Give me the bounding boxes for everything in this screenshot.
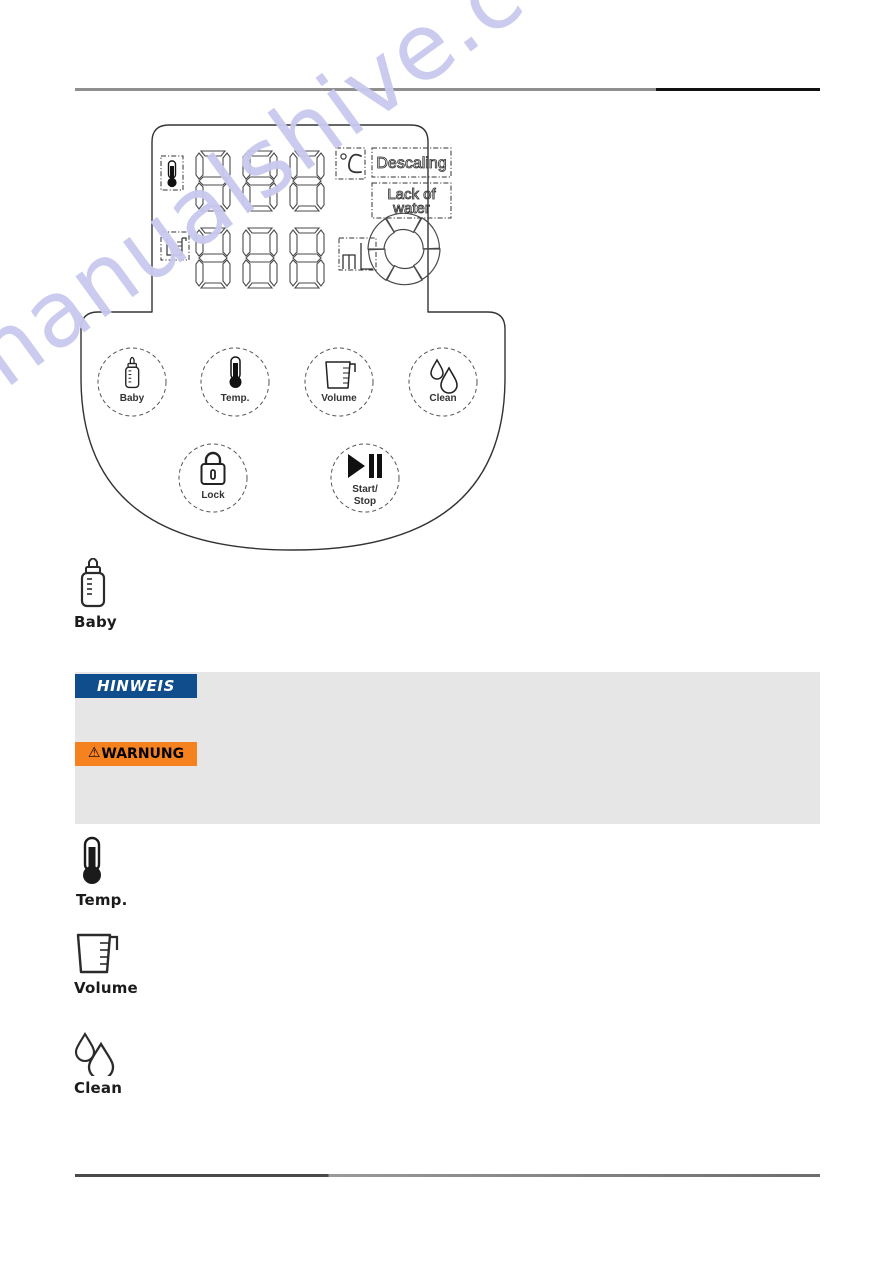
hinweis-badge: HINWEIS <box>75 674 197 698</box>
measuring-jug-icon <box>76 933 119 974</box>
svg-text:Lock: Lock <box>201 490 225 501</box>
svg-text:Temp.: Temp. <box>221 393 250 404</box>
svg-text:Baby: Baby <box>120 393 145 404</box>
notice-panel: HINWEIS ⚠ WARNUNG <box>75 672 820 824</box>
icon-block-volume-label: Volume <box>74 979 138 997</box>
baby-bottle-icon <box>80 558 106 608</box>
icon-block-clean: Clean <box>74 1032 122 1097</box>
hinweis-badge-label: HINWEIS <box>96 677 176 695</box>
warnung-badge: ⚠ WARNUNG <box>75 742 197 766</box>
svg-text:Stop: Stop <box>354 496 376 507</box>
warning-triangle-icon: ⚠ <box>87 745 101 761</box>
icon-block-temp-label: Temp. <box>76 891 128 909</box>
footer-rule <box>75 1174 820 1177</box>
svg-text:Descaling: Descaling <box>376 155 446 172</box>
header-rule <box>75 88 820 91</box>
icon-block-volume: Volume <box>74 932 138 997</box>
icon-block-temp: Temp. <box>76 836 127 909</box>
water-drops-icon <box>74 1032 115 1076</box>
thermometer-icon <box>83 836 101 884</box>
icon-block-clean-label: Clean <box>74 1079 123 1097</box>
svg-text:Clean: Clean <box>429 393 456 404</box>
manual-page: manualshive.com <box>0 0 893 1263</box>
warnung-badge-label: WARNUNG <box>101 746 185 762</box>
control-panel-illustration: Descaling Lack of water Baby Temp. Volum… <box>68 110 518 560</box>
icon-block-baby-label: Baby <box>74 613 117 631</box>
svg-text:Start/: Start/ <box>352 484 378 495</box>
svg-text:Volume: Volume <box>321 393 357 404</box>
icon-block-baby: Baby <box>74 558 117 631</box>
